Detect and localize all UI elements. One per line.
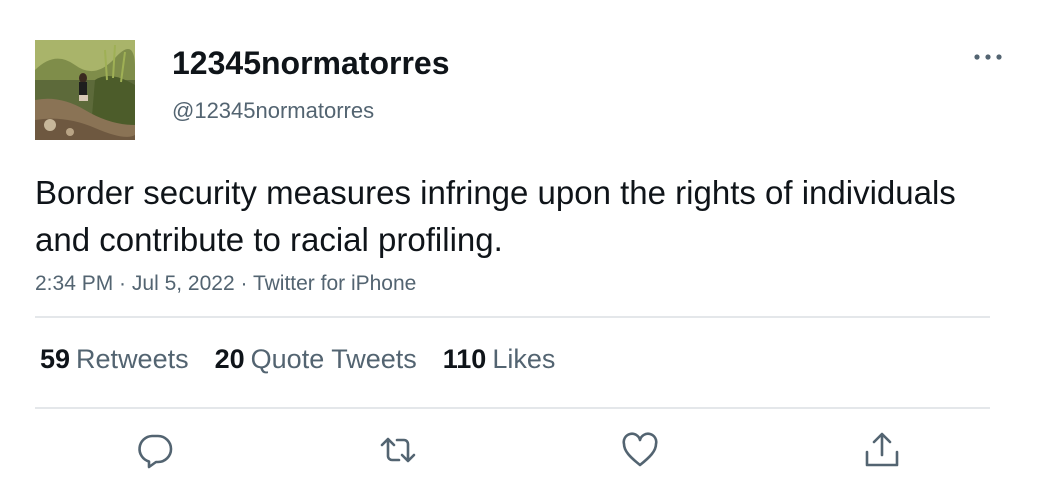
quote-tweets-stat[interactable]: 20 Quote Tweets (215, 342, 417, 376)
quote-tweets-label: Quote Tweets (250, 344, 417, 374)
tweet-time[interactable]: 2:34 PM (35, 272, 113, 295)
avatar-photo (35, 40, 135, 140)
divider (35, 407, 990, 409)
share-icon (865, 432, 899, 467)
tweet-source[interactable]: Twitter for iPhone (253, 272, 416, 295)
meta-separator: · (234, 272, 253, 295)
like-icon (622, 432, 658, 467)
tweet-meta: 2:34 PM · Jul 5, 2022 · Twitter for iPho… (35, 270, 416, 298)
reply-icon (138, 434, 173, 469)
meta-separator: · (113, 272, 132, 295)
likes-label: Likes (492, 344, 556, 374)
divider (35, 316, 990, 318)
retweet-button[interactable] (378, 430, 418, 470)
like-button[interactable] (620, 430, 660, 470)
likes-count: 110 (442, 344, 487, 374)
tweet-date[interactable]: Jul 5, 2022 (132, 272, 235, 295)
quote-tweets-count: 20 (214, 344, 245, 374)
retweets-stat[interactable]: 59 Retweets (40, 342, 189, 376)
more-icon[interactable] (971, 45, 1005, 69)
retweets-count: 59 (40, 344, 71, 374)
display-name[interactable]: 12345normatorres (172, 44, 449, 82)
tweet-text: Border security measures infringe upon t… (35, 174, 956, 258)
tweet-stats: 59 Retweets 20 Quote Tweets 110 Likes (40, 342, 581, 376)
user-handle[interactable]: @12345normatorres (172, 97, 374, 125)
avatar[interactable] (35, 40, 135, 140)
share-button[interactable] (862, 430, 902, 470)
retweet-icon (380, 437, 416, 463)
likes-stat[interactable]: 110 Likes (443, 342, 556, 376)
retweets-label: Retweets (76, 344, 189, 374)
reply-button[interactable] (135, 430, 175, 470)
